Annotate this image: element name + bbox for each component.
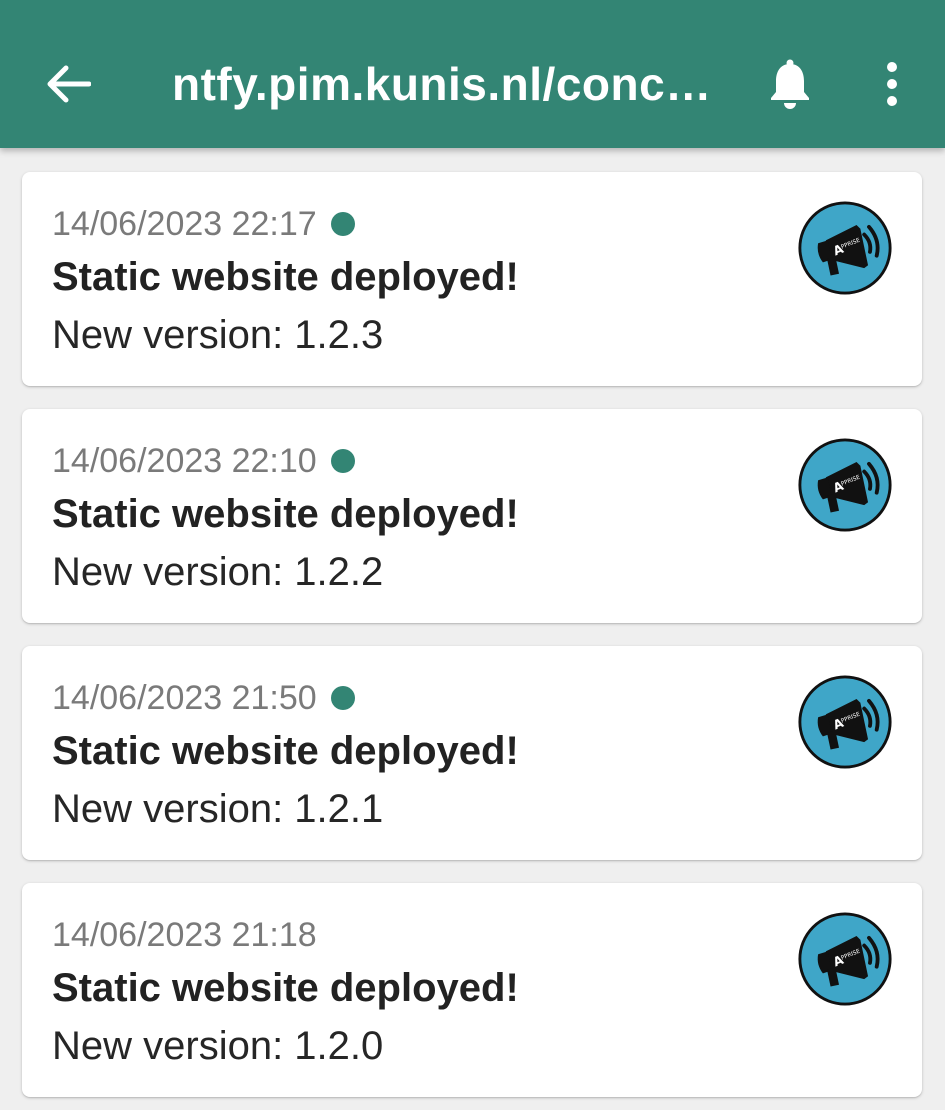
apprise-megaphone-icon: A PPRISE: [798, 438, 892, 532]
notification-date: 14/06/2023 21:50: [52, 679, 317, 717]
notification-date: 14/06/2023 22:10: [52, 442, 317, 480]
back-button[interactable]: [28, 44, 108, 124]
notification-date-row: 14/06/2023 22:17: [52, 202, 355, 246]
notification-list: 14/06/2023 22:17 Static website deployed…: [0, 0, 945, 1110]
notification-card[interactable]: 14/06/2023 21:50 Static website deployed…: [22, 646, 922, 860]
notification-card[interactable]: 14/06/2023 22:17 Static website deployed…: [22, 172, 922, 386]
bell-icon: [771, 59, 809, 109]
arrow-back-icon: [47, 65, 91, 103]
apprise-megaphone-icon: A PPRISE: [798, 912, 892, 1006]
apprise-megaphone-icon: A PPRISE: [798, 201, 892, 295]
notification-message: New version: 1.2.2: [52, 550, 384, 594]
notification-date-row: 14/06/2023 21:50: [52, 676, 355, 720]
notification-message: New version: 1.2.3: [52, 313, 384, 357]
more-options-button[interactable]: [856, 44, 928, 124]
notification-date-row: 14/06/2023 22:10: [52, 439, 355, 483]
unread-dot: [330, 212, 355, 236]
notification-title: Static website deployed!: [52, 966, 519, 1010]
unread-dot: [330, 449, 355, 473]
notification-title: Static website deployed!: [52, 492, 519, 536]
notification-title: Static website deployed!: [52, 729, 519, 773]
page-title: ntfy.pim.kunis.nl/conc…: [172, 58, 712, 110]
notification-date-row: 14/06/2023 21:18: [52, 913, 317, 957]
app-bar: ntfy.pim.kunis.nl/conc…: [0, 0, 945, 148]
apprise-megaphone-icon: A PPRISE: [798, 675, 892, 769]
more-vert-icon: [887, 62, 897, 106]
notification-settings-button[interactable]: [752, 44, 828, 124]
notification-card[interactable]: 14/06/2023 22:10 Static website deployed…: [22, 409, 922, 623]
notification-date: 14/06/2023 21:18: [52, 916, 317, 954]
notification-title: Static website deployed!: [52, 255, 519, 299]
notification-message: New version: 1.2.0: [52, 1024, 384, 1068]
notification-message: New version: 1.2.1: [52, 787, 384, 831]
notification-date: 14/06/2023 22:17: [52, 205, 317, 243]
unread-dot: [330, 686, 355, 710]
notification-card[interactable]: 14/06/2023 21:18 Static website deployed…: [22, 883, 922, 1097]
